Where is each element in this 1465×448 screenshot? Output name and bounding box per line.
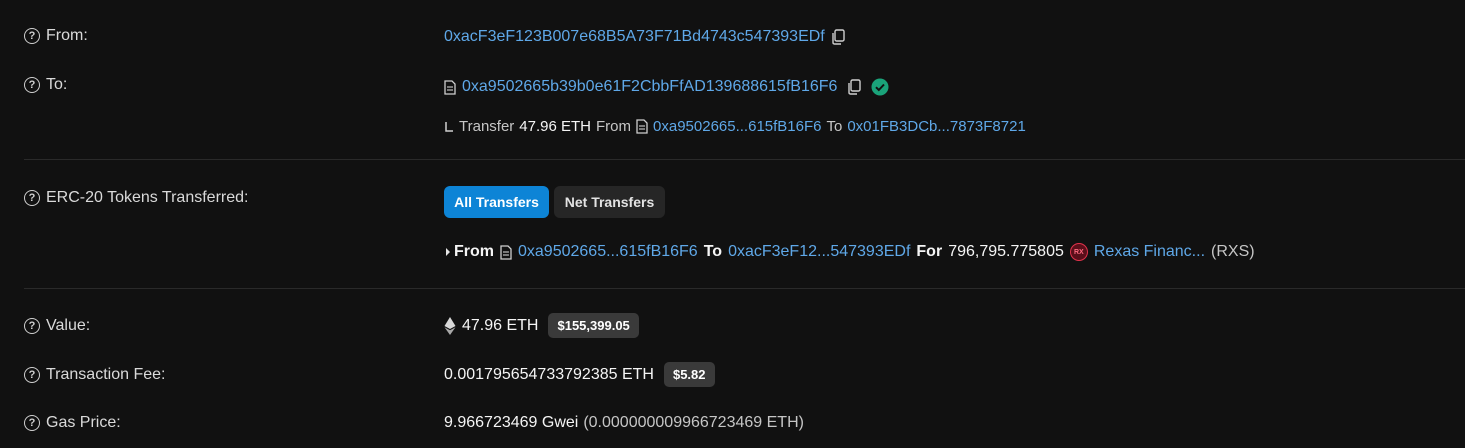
gas-label-row: ? Gas Price: bbox=[24, 414, 121, 432]
copy-icon[interactable] bbox=[831, 29, 845, 45]
token-to-link[interactable]: 0xacF3eF12...547393EDf bbox=[728, 243, 910, 261]
to-word: To bbox=[826, 118, 843, 135]
token-name-link[interactable]: Rexas Financ... bbox=[1094, 243, 1205, 261]
divider bbox=[24, 159, 1465, 160]
from-word: From bbox=[596, 118, 632, 135]
help-icon[interactable]: ? bbox=[24, 367, 40, 383]
erc20-label: ERC-20 Tokens Transferred: bbox=[46, 189, 249, 206]
to-value: 0xa9502665b39b0e61F2CbbFfAD139688615fB16… bbox=[444, 78, 889, 96]
help-icon[interactable]: ? bbox=[24, 28, 40, 44]
gas-label: Gas Price: bbox=[46, 414, 121, 431]
value-label-row: ? Value: bbox=[24, 317, 90, 335]
token-symbol: (RXS) bbox=[1211, 243, 1255, 260]
from-label: From: bbox=[46, 27, 88, 44]
divider bbox=[24, 288, 1465, 289]
for-word: For bbox=[916, 243, 943, 260]
internal-amount: 47.96 ETH bbox=[519, 118, 592, 135]
to-label-row: ? To: bbox=[24, 76, 67, 94]
internal-from-link[interactable]: 0xa9502665...615fB16F6 bbox=[653, 118, 821, 135]
transaction-details: ? From: 0xacF3eF123B007e68B5A73F71Bd4743… bbox=[0, 0, 1465, 448]
fee-amount: 0.001795654733792385 ETH bbox=[444, 365, 654, 383]
net-transfers-tab[interactable]: Net Transfers bbox=[554, 186, 665, 218]
value-label: Value: bbox=[46, 317, 91, 334]
value-value: 47.96 ETH $155,399.05 bbox=[444, 313, 639, 338]
fee-label: Transaction Fee: bbox=[46, 366, 166, 383]
gas-eth: (0.000000009966723469 ETH) bbox=[583, 414, 804, 431]
fee-label-row: ? Transaction Fee: bbox=[24, 366, 165, 384]
erc20-label-row: ? ERC-20 Tokens Transferred: bbox=[24, 189, 248, 207]
to-word: To bbox=[703, 243, 723, 260]
caret-right-icon[interactable] bbox=[444, 246, 452, 258]
from-address-link[interactable]: 0xacF3eF123B007e68B5A73F71Bd4743c547393E… bbox=[444, 28, 825, 46]
token-from-link[interactable]: 0xa9502665...615fB16F6 bbox=[518, 243, 698, 261]
usd-fee-badge: $5.82 bbox=[663, 362, 715, 387]
usd-value-badge: $155,399.05 bbox=[548, 313, 639, 338]
verified-check-icon bbox=[871, 78, 889, 96]
contract-file-icon bbox=[444, 79, 456, 95]
subitem-branch-icon bbox=[445, 121, 453, 132]
all-transfers-tab[interactable]: All Transfers bbox=[444, 186, 549, 218]
from-label-row: ? From: bbox=[24, 27, 88, 45]
ethereum-icon bbox=[444, 316, 456, 335]
copy-icon[interactable] bbox=[847, 79, 862, 95]
token-transfer-row: From 0xa9502665...615fB16F6 To 0xacF3eF1… bbox=[444, 243, 1255, 261]
contract-file-icon bbox=[500, 244, 512, 260]
help-icon[interactable]: ? bbox=[24, 415, 40, 431]
internal-to-link[interactable]: 0x01FB3DCb...7873F8721 bbox=[847, 118, 1025, 135]
fee-value: 0.001795654733792385 ETH $5.82 bbox=[444, 362, 715, 387]
transfer-word: Transfer bbox=[459, 118, 515, 135]
from-word: From bbox=[454, 243, 494, 260]
internal-transfer-row: Transfer 47.96 ETH From 0xa9502665...615… bbox=[444, 118, 1026, 135]
help-icon[interactable]: ? bbox=[24, 318, 40, 334]
contract-file-icon bbox=[636, 119, 648, 134]
value-amount: 47.96 ETH bbox=[462, 316, 539, 334]
from-value: 0xacF3eF123B007e68B5A73F71Bd4743c547393E… bbox=[444, 28, 845, 46]
help-icon[interactable]: ? bbox=[24, 190, 40, 206]
gas-value: 9.966723469 Gwei (0.000000009966723469 E… bbox=[444, 414, 804, 432]
to-address-link[interactable]: 0xa9502665b39b0e61F2CbbFfAD139688615fB16… bbox=[462, 78, 837, 96]
help-icon[interactable]: ? bbox=[24, 77, 40, 93]
token-logo-icon: RX bbox=[1069, 243, 1088, 261]
to-label: To: bbox=[46, 76, 68, 93]
gas-gwei: 9.966723469 Gwei bbox=[444, 414, 579, 431]
token-amount: 796,795.775805 bbox=[948, 243, 1064, 260]
